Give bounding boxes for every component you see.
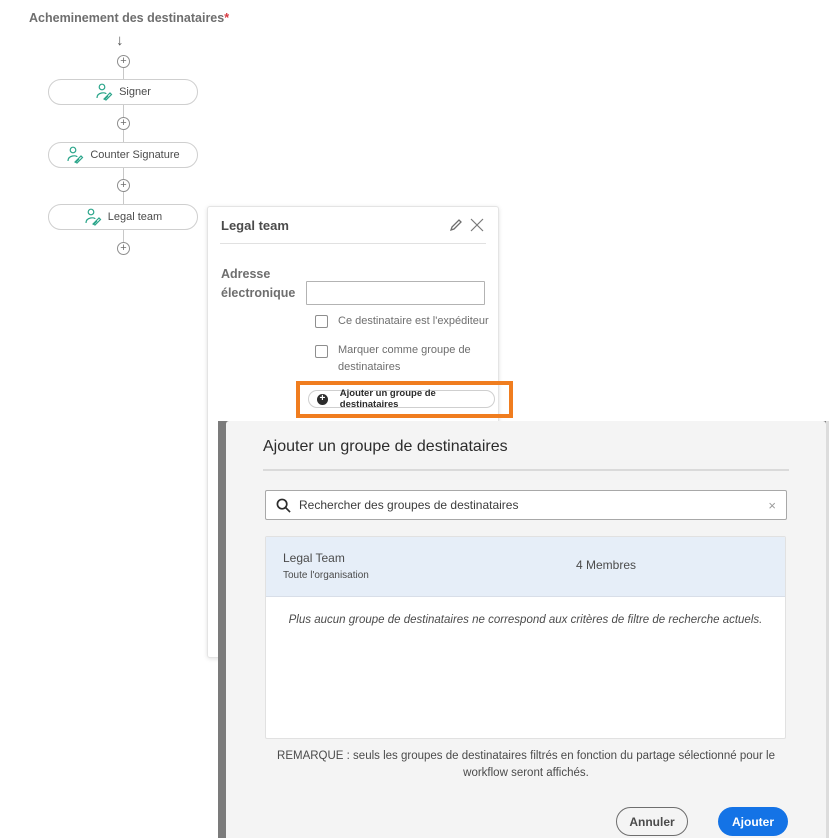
node-label: Counter Signature bbox=[90, 149, 180, 161]
email-label-line1: Adresse bbox=[221, 267, 271, 281]
group-scope: Toute l'organisation bbox=[283, 570, 369, 581]
group-checkbox[interactable] bbox=[315, 345, 328, 358]
sender-checkbox-label: Ce destinataire est l'expéditeur bbox=[338, 315, 489, 327]
add-step-button[interactable]: + bbox=[117, 242, 130, 255]
group-checkbox-label-line1: Marquer comme groupe de bbox=[338, 344, 471, 356]
cancel-button[interactable]: Annuler bbox=[616, 807, 688, 836]
add-button[interactable]: Ajouter bbox=[718, 807, 788, 836]
add-group-dialog: Ajouter un groupe de destinataires × Leg… bbox=[226, 421, 826, 838]
group-members: 4 Membres bbox=[576, 558, 637, 572]
user-sign-icon bbox=[67, 146, 84, 164]
divider bbox=[220, 243, 486, 244]
node-label: Legal team bbox=[107, 211, 163, 223]
add-step-button[interactable]: + bbox=[117, 55, 130, 68]
user-sign-icon bbox=[96, 83, 113, 101]
email-field[interactable] bbox=[306, 281, 485, 305]
search-box: × bbox=[265, 490, 787, 520]
routing-node-legal-team[interactable]: Legal team bbox=[48, 204, 198, 230]
group-checkbox-label: Marquer comme groupe de destinataires bbox=[338, 342, 471, 376]
add-step-button[interactable]: + bbox=[117, 179, 130, 192]
panel-title: Legal team bbox=[221, 218, 289, 233]
group-name: Legal Team bbox=[283, 551, 345, 565]
divider bbox=[263, 469, 789, 471]
dialog-title: Ajouter un groupe de destinataires bbox=[263, 438, 508, 455]
search-input[interactable] bbox=[299, 498, 761, 512]
node-label: Signer bbox=[119, 86, 151, 98]
required-marker: * bbox=[224, 11, 230, 25]
routing-node-signer[interactable]: Signer bbox=[48, 79, 198, 105]
routing-title-text: Acheminement des destinataires bbox=[29, 11, 225, 25]
add-group-label: Ajouter un groupe de destinataires bbox=[339, 388, 436, 410]
close-icon[interactable] bbox=[469, 217, 485, 233]
group-checkbox-label-line2: destinataires bbox=[338, 361, 401, 373]
user-sign-icon bbox=[85, 208, 102, 226]
routing-title: Acheminement des destinataires* bbox=[29, 11, 229, 25]
search-icon bbox=[276, 498, 291, 513]
note-text: REMARQUE : seuls les groupes de destinat… bbox=[277, 750, 775, 779]
routing-node-counter-signature[interactable]: Counter Signature bbox=[48, 142, 198, 168]
arrow-down-icon: ↓ bbox=[116, 32, 124, 49]
clear-search-icon[interactable]: × bbox=[768, 498, 776, 513]
pencil-icon[interactable] bbox=[448, 217, 464, 233]
sender-checkbox[interactable] bbox=[315, 315, 328, 328]
add-step-button[interactable]: + bbox=[117, 117, 130, 130]
add-recipient-group-button[interactable]: + Ajouter un groupe de destinataires bbox=[308, 388, 495, 410]
group-row[interactable]: Legal Team Toute l'organisation 4 Membre… bbox=[266, 537, 785, 597]
empty-results-message: Plus aucun groupe de destinataires ne co… bbox=[288, 614, 763, 626]
plus-circle-icon: + bbox=[317, 393, 328, 405]
email-label: Adresse électronique bbox=[221, 265, 295, 303]
email-label-line2: électronique bbox=[221, 286, 296, 300]
group-list: Legal Team Toute l'organisation 4 Membre… bbox=[265, 536, 786, 739]
